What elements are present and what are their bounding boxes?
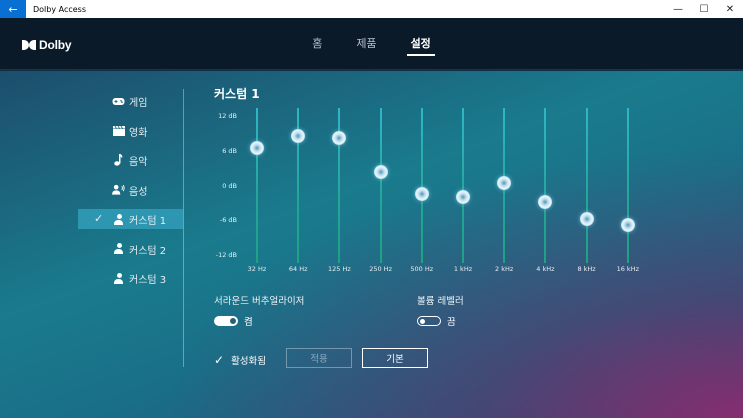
default-button[interactable]: 기본 — [362, 348, 428, 368]
eq-frequency-label: 2 kHz — [495, 265, 514, 273]
eq-band-track[interactable] — [420, 108, 423, 263]
eq-band-knob[interactable] — [538, 194, 553, 209]
maximize-button[interactable]: ☐ — [691, 0, 717, 18]
close-icon: ✕ — [725, 3, 735, 15]
clapperboard-icon — [112, 125, 125, 137]
eq-title: 커스텀 1 — [214, 87, 260, 101]
eq-band-track[interactable] — [379, 108, 382, 263]
nav-settings[interactable]: 설정 — [406, 35, 435, 56]
sidebar-item-custom-3[interactable]: 커스텀 3 — [78, 268, 183, 288]
eq-frequency-label: 64 Hz — [288, 265, 308, 273]
title-bar: ← Dolby Access — ☐ ✕ — [0, 0, 743, 18]
sidebar-item-game[interactable]: 게임 — [78, 91, 183, 111]
eq-frequency-label: 4 kHz — [536, 265, 555, 273]
db-scale-label: 0 dB — [222, 181, 237, 190]
sidebar-item-music[interactable]: 음악 — [78, 150, 183, 170]
nav-home[interactable]: 홈 — [308, 35, 326, 56]
sidebar-item-label: 커스텀 3 — [129, 275, 167, 286]
eq-frequency-label: 16 kHz — [616, 265, 639, 273]
sidebar-item-label: 음악 — [129, 157, 148, 168]
minimize-icon: — — [673, 3, 683, 15]
surround-virtualizer-state: 켬 — [244, 317, 253, 328]
volume-leveler-label: 볼륨 레벨러 — [417, 296, 464, 307]
music-note-icon — [112, 154, 125, 166]
sidebar-item-label: 음성 — [129, 186, 148, 198]
eq-band-knob[interactable] — [579, 212, 594, 227]
enabled-label: 활성화됨 — [231, 356, 267, 367]
sidebar-item-movie[interactable]: 영화 — [78, 121, 183, 141]
person-icon — [112, 213, 125, 225]
person-icon — [112, 243, 125, 255]
eq-frequency-label: 1 kHz — [453, 265, 473, 273]
db-scale-label: -6 dB — [219, 216, 237, 225]
sidebar-item-label: 커스텀 2 — [129, 245, 167, 257]
nav-products[interactable]: 제품 — [352, 35, 380, 56]
sidebar-divider — [183, 89, 184, 367]
surround-virtualizer-label: 서라운드 버추얼라이저 — [214, 296, 305, 307]
sidebar-item-custom-1[interactable]: ✓ 커스텀 1 — [78, 209, 183, 229]
eq-band-knob[interactable] — [373, 165, 388, 180]
sidebar-item-voice[interactable]: 음성 — [78, 180, 183, 200]
back-arrow-icon: ← — [8, 2, 18, 16]
eq-frequency-label: 8 kHz — [577, 265, 596, 273]
profile-sidebar: 게임 영화 음악 음성 ✓ 커스텀 1 커스텀 2 커스텀 3 — [78, 91, 183, 298]
person-icon — [112, 272, 125, 284]
maximize-icon: ☐ — [699, 3, 709, 15]
surround-virtualizer-toggle[interactable] — [214, 316, 238, 326]
db-scale-label: 12 dB — [218, 112, 237, 120]
close-button[interactable]: ✕ — [717, 0, 743, 18]
checkmark-icon: ✓ — [214, 353, 225, 367]
eq-band-knob[interactable] — [332, 131, 347, 145]
volume-leveler-state: 끔 — [447, 317, 456, 328]
sidebar-item-label: 영화 — [129, 127, 148, 139]
eq-band-knob[interactable] — [456, 189, 470, 204]
gamepad-icon — [112, 95, 125, 107]
eq-band-track[interactable] — [585, 108, 588, 263]
eq-frequency-label: 125 Hz — [328, 265, 351, 273]
eq-frequency-label: 500 Hz — [410, 265, 434, 273]
eq-band-track[interactable] — [462, 108, 464, 263]
minimize-button[interactable]: — — [665, 0, 691, 18]
enabled-indicator: ✓ 활성화됨 — [214, 353, 266, 367]
voice-icon — [112, 184, 125, 196]
eq-frequency-label: 32 Hz — [247, 265, 267, 273]
db-scale-label: -12 dB — [215, 251, 237, 259]
sidebar-item-custom-2[interactable]: 커스텀 2 — [78, 239, 183, 259]
apply-button[interactable]: 적용 — [286, 348, 352, 368]
sidebar-item-label: 게임 — [129, 98, 148, 109]
db-scale-label: 6 dB — [222, 146, 237, 155]
window-controls: — ☐ ✕ — [665, 0, 743, 18]
eq-band-track[interactable] — [626, 108, 629, 263]
eq-frequency-label: 250 Hz — [369, 265, 392, 273]
eq-band-knob[interactable] — [250, 140, 264, 155]
eq-band-knob[interactable] — [497, 176, 512, 191]
main-nav: 홈 제품 설정 — [0, 35, 743, 56]
checkmark-icon: ✓ — [94, 212, 104, 225]
sidebar-item-label: 커스텀 1 — [129, 216, 167, 227]
eq-band-knob[interactable] — [291, 128, 306, 143]
main-content: 게임 영화 음악 음성 ✓ 커스텀 1 커스텀 2 커스텀 3 커스텀 1 12… — [0, 71, 743, 418]
back-button[interactable]: ← — [0, 0, 26, 18]
app-header: Dolby 홈 제품 설정 — [0, 18, 743, 70]
eq-band-knob[interactable] — [414, 187, 429, 202]
eq-band-track[interactable] — [544, 108, 547, 263]
eq-band-track[interactable] — [256, 108, 258, 263]
volume-leveler-toggle[interactable] — [417, 316, 441, 326]
window-title: Dolby Access — [33, 4, 87, 14]
eq-band-knob[interactable] — [620, 218, 635, 233]
